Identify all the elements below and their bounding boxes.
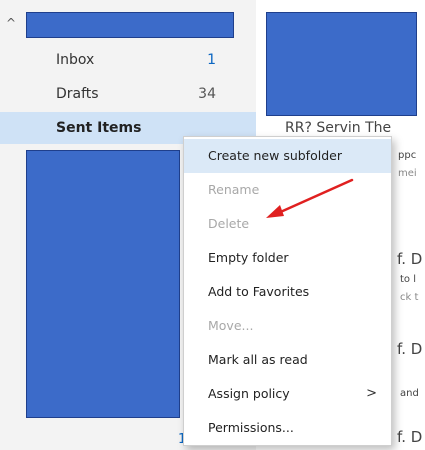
message-subject-fragment: f. D	[397, 428, 423, 446]
unread-count: 1	[207, 52, 216, 68]
menu-item-label: Mark all as read	[208, 352, 308, 367]
menu-item-label: Rename	[208, 182, 260, 197]
message-subject-fragment: RR? Servin The	[285, 120, 392, 136]
menu-move: Move...	[184, 309, 391, 343]
folder-inbox[interactable]: Inbox 1	[0, 44, 256, 76]
message-preview-fragment: and	[400, 388, 419, 399]
menu-item-label: Add to Favorites	[208, 284, 310, 299]
menu-empty-folder[interactable]: Empty folder	[184, 241, 391, 275]
folder-drafts[interactable]: Drafts 34	[0, 78, 256, 110]
menu-item-label: Permissions...	[208, 420, 294, 435]
folder-label: Drafts	[56, 86, 99, 102]
menu-mark-all-read[interactable]: Mark all as read	[184, 343, 391, 377]
chevron-up-icon[interactable]: ^	[6, 16, 16, 30]
message-preview-fragment: ppc	[398, 150, 417, 161]
menu-item-label: Delete	[208, 216, 250, 231]
menu-assign-policy[interactable]: Assign policy >	[184, 377, 391, 411]
submenu-chevron-icon: >	[366, 386, 377, 401]
folder-label: Sent Items	[56, 120, 142, 136]
folder-label: Inbox	[56, 52, 95, 68]
redacted-account-name	[26, 12, 234, 38]
menu-item-label: Empty folder	[208, 250, 289, 265]
item-count: 34	[198, 86, 216, 102]
menu-create-subfolder[interactable]: Create new subfolder	[184, 139, 391, 173]
menu-item-label: Assign policy	[208, 386, 290, 401]
redacted-folder-list	[26, 150, 180, 418]
menu-add-to-favorites[interactable]: Add to Favorites	[184, 275, 391, 309]
message-preview-fragment: ck t	[400, 292, 419, 303]
menu-item-label: Move...	[208, 318, 254, 333]
menu-permissions[interactable]: Permissions...	[184, 411, 391, 445]
menu-item-label: Create new subfolder	[208, 148, 342, 163]
message-preview-fragment: mei	[398, 168, 417, 179]
redacted-message-header	[266, 12, 417, 116]
message-subject-fragment: f. D	[397, 340, 423, 358]
message-subject-fragment: f. D	[397, 250, 423, 268]
message-preview-fragment: to l	[400, 274, 416, 285]
annotation-arrow-icon	[266, 178, 354, 218]
